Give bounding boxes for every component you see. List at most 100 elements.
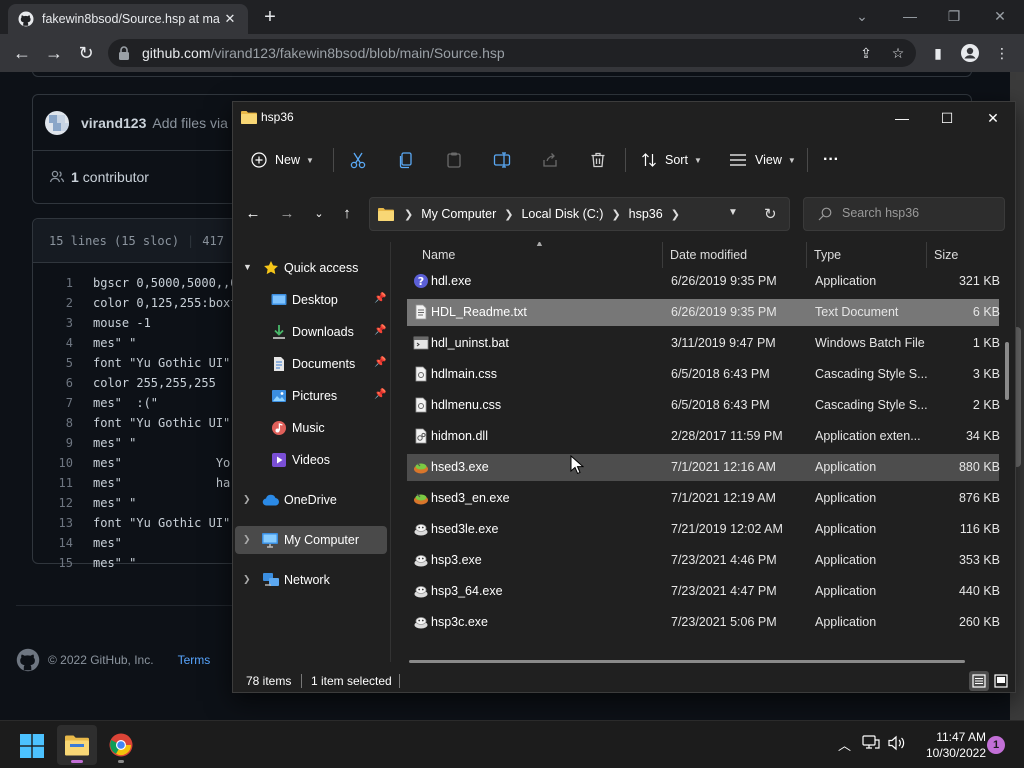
- pin-icon[interactable]: 📌: [374, 325, 386, 336]
- address-bar[interactable]: github.com/virand123/fakewin8bsod/blob/m…: [108, 39, 916, 67]
- chevron-down-icon[interactable]: ▼: [243, 262, 253, 272]
- tab-search-icon[interactable]: ⌄: [842, 4, 882, 28]
- bookmark-star-icon[interactable]: ☆: [886, 41, 910, 65]
- new-tab-button[interactable]: +: [258, 6, 282, 28]
- taskbar-chrome[interactable]: [101, 725, 141, 765]
- sort-button[interactable]: Sort ▼: [641, 148, 702, 172]
- github-footer-logo-icon[interactable]: [16, 648, 40, 672]
- pin-icon[interactable]: 📌: [374, 357, 386, 368]
- file-row[interactable]: hdlmain.css 6/5/2018 6:43 PM Cascading Sty…: [407, 361, 1000, 388]
- window-minimize-icon[interactable]: —: [890, 4, 930, 28]
- nav-documents[interactable]: Documents 📌: [233, 350, 389, 378]
- line-number[interactable]: 1: [33, 273, 73, 293]
- copy-button[interactable]: [397, 148, 415, 172]
- column-header-date[interactable]: Date modified: [670, 248, 747, 262]
- line-number[interactable]: 14: [33, 533, 73, 553]
- line-number[interactable]: 12: [33, 493, 73, 513]
- notification-badge[interactable]: 1: [987, 736, 1005, 754]
- chevron-right-icon[interactable]: ❯: [243, 534, 253, 544]
- paste-button[interactable]: [445, 148, 463, 172]
- line-number[interactable]: 7: [33, 393, 73, 413]
- explorer-address-bar[interactable]: ❯ My Computer ❯ Local Disk (C:) ❯ hsp36 …: [369, 197, 790, 231]
- explorer-back-icon[interactable]: ←: [241, 202, 265, 226]
- forward-icon[interactable]: →: [42, 41, 66, 65]
- file-list-scrollbar-thumb[interactable]: [1005, 342, 1009, 400]
- line-number[interactable]: 5: [33, 353, 73, 373]
- explorer-minimize-icon[interactable]: —: [879, 106, 925, 130]
- nav-network[interactable]: ❯ Network: [233, 566, 389, 594]
- explorer-forward-icon[interactable]: →: [275, 202, 299, 226]
- explorer-maximize-icon[interactable]: ☐: [924, 106, 970, 130]
- avatar[interactable]: [45, 110, 69, 135]
- breadcrumb-my-computer[interactable]: My Computer: [421, 207, 496, 221]
- line-number[interactable]: 2: [33, 293, 73, 313]
- chevron-right-icon[interactable]: ❯: [243, 574, 253, 584]
- recent-locations-icon[interactable]: ⌄: [307, 202, 331, 226]
- large-icons-view-icon[interactable]: [991, 671, 1011, 691]
- file-row[interactable]: hidmon.dll 2/28/2017 11:59 PM Application …: [407, 423, 1000, 450]
- taskbar-file-explorer[interactable]: [57, 725, 97, 765]
- back-icon[interactable]: ←: [10, 41, 34, 65]
- window-close-icon[interactable]: ✕: [980, 4, 1020, 28]
- refresh-icon[interactable]: ↻: [764, 205, 777, 223]
- line-number[interactable]: 10: [33, 453, 73, 473]
- browser-tab[interactable]: fakewin8bsod/Source.hsp at main ✕: [8, 4, 248, 34]
- explorer-search-box[interactable]: [803, 197, 1005, 231]
- tab-close-icon[interactable]: ✕: [222, 11, 238, 27]
- breadcrumb-local-disk[interactable]: Local Disk (C:): [521, 207, 603, 221]
- start-button[interactable]: [12, 725, 52, 765]
- column-header-type[interactable]: Type: [814, 248, 841, 262]
- details-view-icon[interactable]: [969, 671, 989, 691]
- line-number[interactable]: 13: [33, 513, 73, 533]
- volume-icon[interactable]: [888, 735, 906, 751]
- file-row[interactable]: hdlmenu.css 6/5/2018 6:43 PM Cascading Sty…: [407, 392, 1000, 419]
- delete-button[interactable]: [589, 148, 607, 172]
- new-button[interactable]: New ▼: [251, 148, 314, 172]
- line-number[interactable]: 4: [33, 333, 73, 353]
- file-row[interactable]: hsed3_en.exe 7/1/2021 12:19 AM Application…: [407, 485, 1000, 512]
- address-dropdown-icon[interactable]: ▼: [728, 207, 738, 218]
- commit-message[interactable]: Add files via u: [152, 115, 239, 131]
- line-number[interactable]: 9: [33, 433, 73, 453]
- line-number[interactable]: 3: [33, 313, 73, 333]
- commit-author-link[interactable]: virand123: [81, 115, 146, 131]
- cut-button[interactable]: [349, 148, 367, 172]
- reload-icon[interactable]: ↻: [74, 41, 98, 65]
- chrome-menu-icon[interactable]: ⋮: [990, 41, 1014, 65]
- file-row[interactable]: hsp3_64.exe 7/23/2021 4:47 PM Application 4…: [407, 578, 1000, 605]
- file-list-horizontal-scrollbar[interactable]: [409, 660, 965, 663]
- line-number[interactable]: 11: [33, 473, 73, 493]
- more-options-icon[interactable]: ···: [823, 148, 839, 172]
- nav-downloads[interactable]: Downloads 📌: [233, 318, 389, 346]
- footer-terms-link[interactable]: Terms: [178, 653, 211, 667]
- file-row[interactable]: ? hdl.exe 6/26/2019 9:35 PM Application 321 …: [407, 268, 1000, 295]
- window-restore-icon[interactable]: ❐: [934, 4, 974, 28]
- system-clock[interactable]: 11:47 AM 10/30/2022: [914, 729, 986, 761]
- column-header-size[interactable]: Size: [934, 248, 958, 262]
- nav-onedrive[interactable]: ❯ OneDrive: [233, 486, 389, 514]
- side-panel-icon[interactable]: ▮: [926, 41, 950, 65]
- file-row[interactable]: hsp3c.exe 7/23/2021 5:06 PM Application 260…: [407, 609, 1000, 636]
- explorer-close-icon[interactable]: ✕: [970, 106, 1016, 130]
- nav-my-computer[interactable]: ❯ My Computer: [235, 526, 387, 554]
- up-folder-icon[interactable]: ↑: [335, 202, 359, 226]
- chevron-right-icon[interactable]: ❯: [243, 494, 253, 504]
- pin-icon[interactable]: 📌: [374, 293, 386, 304]
- file-row[interactable]: hdl_uninst.bat 3/11/2019 9:47 PM Windows B…: [407, 330, 1000, 357]
- nav-music[interactable]: Music: [233, 414, 389, 442]
- share-icon[interactable]: ⇪: [854, 41, 878, 65]
- search-input[interactable]: [842, 206, 992, 220]
- file-row[interactable]: hsp3.exe 7/23/2021 4:46 PM Application 353 …: [407, 547, 1000, 574]
- file-row[interactable]: hsed3le.exe 7/21/2019 12:02 AM Application…: [407, 516, 1000, 543]
- file-row[interactable]: HDL_Readme.txt 6/26/2019 9:35 PM Text Docu…: [407, 299, 1000, 326]
- file-row[interactable]: hsed3.exe 7/1/2021 12:16 AM Application 880…: [407, 454, 1000, 481]
- network-status-icon[interactable]: [862, 735, 880, 751]
- breadcrumb-hsp36[interactable]: hsp36: [629, 207, 663, 221]
- nav-videos[interactable]: Videos: [233, 446, 389, 474]
- nav-pictures[interactable]: Pictures 📌: [233, 382, 389, 410]
- nav-desktop[interactable]: Desktop 📌: [233, 286, 389, 314]
- nav-quick-access[interactable]: ▼ Quick access: [233, 254, 389, 282]
- line-number[interactable]: 15: [33, 553, 73, 573]
- show-hidden-icons-chevron-icon[interactable]: ︿: [838, 735, 851, 754]
- line-number[interactable]: 8: [33, 413, 73, 433]
